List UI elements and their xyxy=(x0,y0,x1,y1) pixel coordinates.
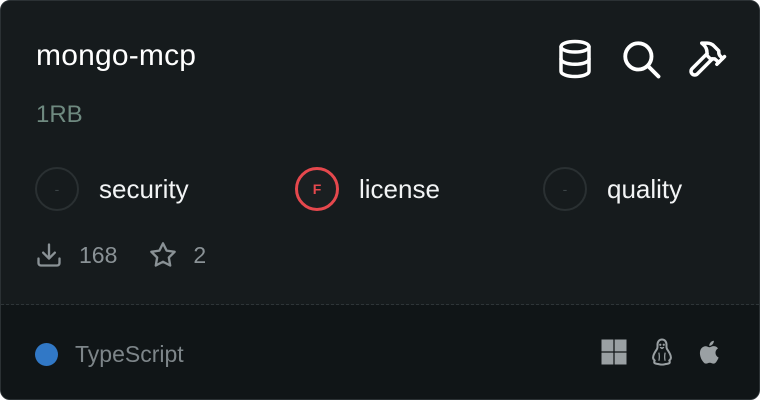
security-label: security xyxy=(99,173,189,204)
quality-label: quality xyxy=(607,173,683,204)
license-grade-badge: F xyxy=(295,167,339,211)
security-score[interactable]: - security xyxy=(35,165,189,213)
stars-stat: 2 xyxy=(149,241,206,269)
stats-row: 168 2 xyxy=(35,241,206,269)
star-icon xyxy=(150,242,177,267)
card-footer: TypeScript xyxy=(1,305,759,399)
security-grade-badge: - xyxy=(35,167,79,211)
card-title[interactable]: mongo-mcp xyxy=(36,39,196,73)
score-row: - security F license - quality xyxy=(35,165,735,213)
owner-label: 1RB xyxy=(36,101,83,128)
linux-icon xyxy=(652,338,672,366)
downloads-count: 168 xyxy=(79,241,118,268)
stars-count: 2 xyxy=(193,241,207,268)
server-card[interactable]: mongo-mcp 1RB - security F license - qua… xyxy=(0,0,760,400)
license-label: license xyxy=(359,173,440,204)
apple-icon xyxy=(699,340,719,364)
language-name: TypeScript xyxy=(75,341,184,367)
windows-icon xyxy=(601,339,627,365)
license-score[interactable]: F license xyxy=(295,165,440,213)
downloads-stat: 168 xyxy=(35,241,117,269)
header-icons xyxy=(553,37,729,81)
search-icon[interactable] xyxy=(619,37,663,81)
quality-score[interactable]: - quality xyxy=(543,165,682,213)
language-color-dot xyxy=(35,343,58,366)
database-icon[interactable] xyxy=(553,37,597,81)
quality-grade-badge: - xyxy=(543,167,587,211)
platform-icons xyxy=(599,337,725,367)
download-icon xyxy=(37,243,61,267)
language-indicator: TypeScript xyxy=(35,341,184,368)
hammer-icon[interactable] xyxy=(685,37,729,81)
